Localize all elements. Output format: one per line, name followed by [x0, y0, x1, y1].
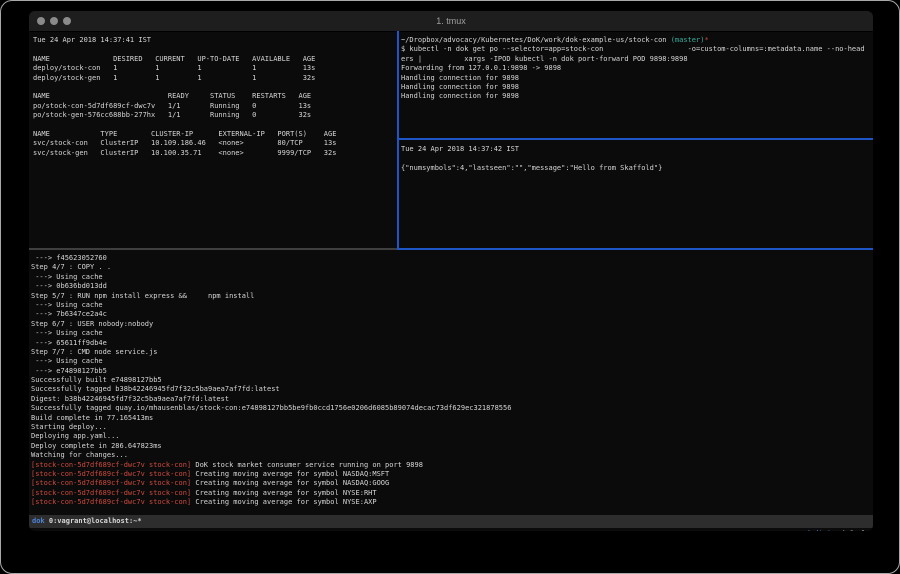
terminal-line: Tue 24 Apr 2018 14:37:42 IST: [401, 145, 873, 154]
terminal-line: ---> Using cache: [31, 357, 871, 366]
terminal-line: [stock-con-5d7df689cf-dwc7v stock-con] C…: [31, 479, 871, 488]
terminal-window: 1. tmux Tue 24 Apr 2018 14:37:41 IST NAME…: [29, 11, 873, 531]
terminal-line: ---> Using cache: [31, 273, 871, 282]
tmux-session-window-label[interactable]: dok 0:vagrant@localhost:~*: [32, 515, 142, 528]
terminal-line: {"numsymbols":4,"lastseen":"","message":…: [401, 164, 873, 173]
tmux-kube-context-label: ☸minikube:default: [764, 515, 870, 531]
terminal-line: ---> 65611ff9db4e: [31, 339, 871, 348]
pane-divider-horizontal-main-right[interactable]: [397, 248, 873, 250]
terminal-line: Build complete in 77.165413ms: [31, 414, 871, 423]
terminal-line: ers | xargs -IPOD kubectl -n dok port-fo…: [401, 55, 873, 64]
kube-context-text: minikube:default: [803, 530, 870, 531]
terminal-line: svc/stock-con ClusterIP 10.109.186.46 <n…: [33, 139, 397, 148]
terminal-line: Step 5/7 : RUN npm install express && np…: [31, 292, 871, 301]
terminal-line: ---> Using cache: [31, 329, 871, 338]
terminal-line: po/stock-gen-576cc688bb-277hx 1/1 Runnin…: [33, 111, 397, 120]
terminal-line: NAME READY STATUS RESTARTS AGE: [33, 92, 397, 101]
terminal-line: [stock-con-5d7df689cf-dwc7v stock-con] C…: [31, 470, 871, 479]
window-title: 1. tmux: [29, 11, 873, 31]
screen-background: 1. tmux Tue 24 Apr 2018 14:37:41 IST NAME…: [0, 0, 900, 574]
terminal-line: [401, 154, 873, 163]
pane-skaffold-log[interactable]: ---> f45623052760Step 4/7 : COPY . . ---…: [31, 250, 871, 519]
pane-divider-horizontal-left[interactable]: [29, 248, 397, 250]
pane-divider-horizontal-right[interactable]: [397, 138, 873, 140]
terminal-line: Handling connection for 9898: [401, 83, 873, 92]
terminal-line: Step 7/7 : CMD node service.js: [31, 348, 871, 357]
terminal-line: Starting deploy...: [31, 423, 871, 432]
terminal-line: svc/stock-gen ClusterIP 10.100.35.71 <no…: [33, 149, 397, 158]
terminal-line: [33, 83, 397, 92]
terminal-line: $ kubectl -n dok get po --selector=app=s…: [401, 45, 873, 54]
terminal-line: Handling connection for 9898: [401, 74, 873, 83]
kubernetes-helm-icon: ☸: [797, 530, 801, 531]
terminal-line: Deploying app.yaml...: [31, 432, 871, 441]
terminal-line: ---> f45623052760: [31, 254, 871, 263]
terminal-line: NAME TYPE CLUSTER-IP EXTERNAL-IP PORT(S)…: [33, 130, 397, 139]
pane-divider-vertical[interactable]: [397, 31, 399, 249]
terminal-line: deploy/stock-gen 1 1 1 1 32s: [33, 74, 397, 83]
terminal-line: NAME DESIRED CURRENT UP-TO-DATE AVAILABL…: [33, 55, 397, 64]
terminal-line: ---> 0b636bd013dd: [31, 282, 871, 291]
terminal-line: Successfully tagged quay.io/mhausenblas/…: [31, 404, 871, 413]
terminal-line: Successfully tagged b38b42246945fd7f32c5…: [31, 385, 871, 394]
terminal-line: ---> Using cache: [31, 301, 871, 310]
terminal-line: Step 4/7 : COPY . .: [31, 263, 871, 272]
terminal-line: Watching for changes...: [31, 451, 871, 460]
terminal-line: Tue 24 Apr 2018 14:37:41 IST: [33, 36, 397, 45]
terminal-line: [stock-con-5d7df689cf-dwc7v stock-con] C…: [31, 489, 871, 498]
terminal-line: Successfully built e74898127bb5: [31, 376, 871, 385]
terminal-line: [stock-con-5d7df689cf-dwc7v stock-con] D…: [31, 461, 871, 470]
terminal-line: po/stock-con-5d7df689cf-dwc7v 1/1 Runnin…: [33, 102, 397, 111]
pane-port-forward[interactable]: ~/Dropbox/advocacy/Kubernetes/DoK/work/d…: [399, 31, 873, 143]
pane-service-response[interactable]: Tue 24 Apr 2018 14:37:42 IST {"numsymbols…: [399, 140, 873, 253]
tmux-status-bar: dok 0:vagrant@localhost:~* ☸minikube:def…: [29, 515, 873, 528]
terminal-line: Deploy complete in 286.647823ms: [31, 442, 871, 451]
terminal-line: Step 6/7 : USER nobody:nobody: [31, 320, 871, 329]
terminal-line: [33, 121, 397, 130]
window-titlebar[interactable]: 1. tmux: [29, 11, 873, 32]
terminal-line: Handling connection for 9898: [401, 92, 873, 101]
terminal-line: Forwarding from 127.0.0.1:9898 -> 9898: [401, 64, 873, 73]
terminal-line: ---> e74898127bb5: [31, 367, 871, 376]
pane-kubectl-resources[interactable]: Tue 24 Apr 2018 14:37:41 IST NAME DESIRED…: [31, 31, 397, 253]
terminal-line: [stock-con-5d7df689cf-dwc7v stock-con] C…: [31, 498, 871, 507]
terminal-line: ~/Dropbox/advocacy/Kubernetes/DoK/work/d…: [401, 36, 873, 45]
terminal-line: ---> 7b6347ce2a4c: [31, 310, 871, 319]
terminal-line: [33, 45, 397, 54]
terminal-line: deploy/stock-con 1 1 1 1 13s: [33, 64, 397, 73]
terminal-line: Digest: b38b42246945fd7f32c5ba9aea7af7fd…: [31, 395, 871, 404]
